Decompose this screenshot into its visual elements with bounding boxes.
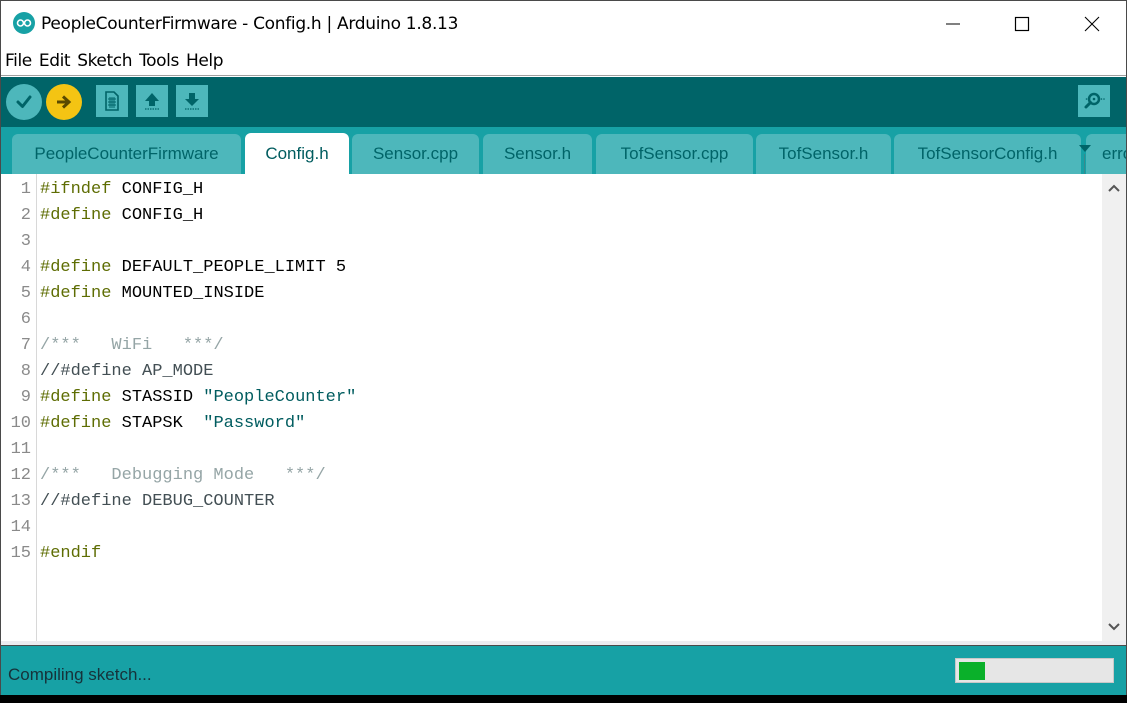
code-token: /*** WiFi ***/ (40, 336, 224, 355)
line-number: 15 (10, 544, 31, 563)
code-token: "PeopleCounter" (203, 388, 357, 407)
menu-tools[interactable]: Tools (139, 51, 179, 71)
compile-progress-bar (955, 658, 1114, 683)
save-sketch-button[interactable] (176, 85, 208, 117)
maximize-button[interactable] (987, 1, 1057, 46)
code-token: #define (40, 206, 112, 225)
close-button[interactable] (1057, 1, 1127, 46)
progress-fill (959, 662, 985, 680)
verify-button[interactable] (6, 84, 42, 120)
tab-menu-dropdown-icon[interactable] (1079, 145, 1091, 152)
toolbar (1, 77, 1126, 127)
checkmark-icon (16, 95, 32, 108)
serial-monitor-button[interactable] (1078, 85, 1110, 117)
code-token: MOUNTED_INSIDE (111, 284, 265, 303)
line-number: 7 (20, 336, 31, 355)
tab-bar: PeopleCounterFirmware Config.h Sensor.cp… (1, 127, 1126, 174)
tab-sensor-h[interactable]: Sensor.h (483, 134, 592, 174)
status-message: Compiling sketch... (8, 665, 152, 684)
tab-peoplecounterfirmware[interactable]: PeopleCounterFirmware (12, 134, 241, 174)
line-number-gutter: 1 2 3 4 5 6 7 8 9 10 11 12 13 14 15 (1, 174, 37, 641)
magnifier-icon (1084, 92, 1105, 109)
tab-sensor-cpp[interactable]: Sensor.cpp (352, 134, 479, 174)
arrow-up-icon (145, 93, 159, 110)
code-token: CONFIG_H (111, 180, 204, 199)
code-line[interactable]: #define MOUNTED_INSIDE (40, 281, 264, 307)
code-editor[interactable]: 1 2 3 4 5 6 7 8 9 10 11 12 13 14 15 #ifndef CONFIG_H #d… (1, 174, 1126, 641)
code-line[interactable]: #define STASSID "PeopleCounter" (40, 385, 356, 411)
code-token: //#define DEBUG_COUNTER (40, 492, 275, 511)
arduino-ide-window: PeopleCounterFirmware - Config.h | Ardui… (0, 0, 1127, 696)
upload-button[interactable] (46, 84, 82, 120)
code-token: STAPSK (111, 414, 204, 433)
line-number: 1 (20, 180, 31, 199)
chevron-down-icon (1108, 623, 1120, 631)
title-bar: PeopleCounterFirmware - Config.h | Ardui… (1, 1, 1126, 46)
code-token: /*** Debugging Mode ***/ (40, 466, 326, 485)
code-line[interactable]: /*** WiFi ***/ (40, 333, 224, 359)
tab-tofsensor-h[interactable]: TofSensor.h (756, 134, 891, 174)
code-line[interactable]: #ifndef CONFIG_H (40, 177, 203, 203)
tab-error[interactable]: erro (1086, 134, 1126, 174)
code-line[interactable]: #define DEFAULT_PEOPLE_LIMIT 5 (40, 255, 346, 281)
taskbar-edge (0, 695, 1127, 703)
code-token: //#define AP_MODE (40, 362, 214, 381)
arduino-logo-icon (13, 12, 35, 34)
new-sketch-button[interactable] (96, 85, 128, 117)
chevron-up-icon (1108, 184, 1120, 192)
code-token: CONFIG_H (111, 206, 204, 225)
line-number: 5 (20, 284, 31, 303)
code-line[interactable]: /*** Debugging Mode ***/ (40, 463, 326, 489)
arrow-right-icon (57, 95, 72, 109)
arrow-down-icon (185, 93, 199, 110)
open-sketch-button[interactable] (136, 85, 168, 117)
scroll-up-button[interactable] (1102, 176, 1126, 200)
line-number: 9 (20, 388, 31, 407)
code-line[interactable]: //#define AP_MODE (40, 359, 213, 385)
code-token: #define (40, 414, 112, 433)
code-token: #define (40, 388, 112, 407)
code-line[interactable]: #define STAPSK "Password" (40, 411, 305, 437)
tab-config-h[interactable]: Config.h (245, 133, 349, 174)
code-line[interactable]: //#define DEBUG_COUNTER (40, 489, 275, 515)
code-token: #endif (40, 544, 102, 563)
code-line[interactable]: #endif (40, 541, 101, 567)
maximize-icon (1014, 16, 1030, 31)
line-number: 6 (20, 310, 31, 329)
minimize-button[interactable] (918, 1, 988, 46)
status-bar: Compiling sketch... (1, 646, 1126, 696)
menu-edit[interactable]: Edit (39, 51, 71, 71)
close-icon (1084, 16, 1100, 31)
menu-sketch[interactable]: Sketch (77, 51, 132, 71)
vertical-scrollbar[interactable] (1102, 174, 1126, 641)
line-number: 3 (20, 232, 31, 251)
line-number: 10 (10, 414, 31, 433)
scroll-down-button[interactable] (1102, 615, 1126, 639)
tab-divider (1084, 154, 1085, 174)
new-file-icon (105, 91, 119, 111)
line-number: 8 (20, 362, 31, 381)
code-line[interactable]: #define CONFIG_H (40, 203, 203, 229)
code-token: DEFAULT_PEOPLE_LIMIT 5 (111, 258, 347, 277)
tab-tofsensorconfig-h[interactable]: TofSensorConfig.h (894, 134, 1081, 174)
minimize-icon (946, 23, 960, 24)
code-token: #ifndef (40, 180, 112, 199)
menu-help[interactable]: Help (186, 51, 224, 71)
line-number: 4 (20, 258, 31, 277)
code-token: #define (40, 258, 112, 277)
line-number: 13 (10, 492, 31, 511)
code-token: #define (40, 284, 112, 303)
window-title: PeopleCounterFirmware - Config.h | Ardui… (41, 14, 459, 34)
line-number: 14 (10, 518, 31, 537)
menu-file[interactable]: File (5, 51, 32, 71)
line-number: 11 (10, 440, 31, 459)
tab-tofsensor-cpp[interactable]: TofSensor.cpp (596, 134, 753, 174)
code-token: "Password" (203, 414, 306, 433)
line-number: 2 (20, 206, 31, 225)
menu-bar: File Edit Sketch Tools Help (1, 46, 1126, 76)
code-token: STASSID (111, 388, 204, 407)
line-number: 12 (10, 466, 31, 485)
